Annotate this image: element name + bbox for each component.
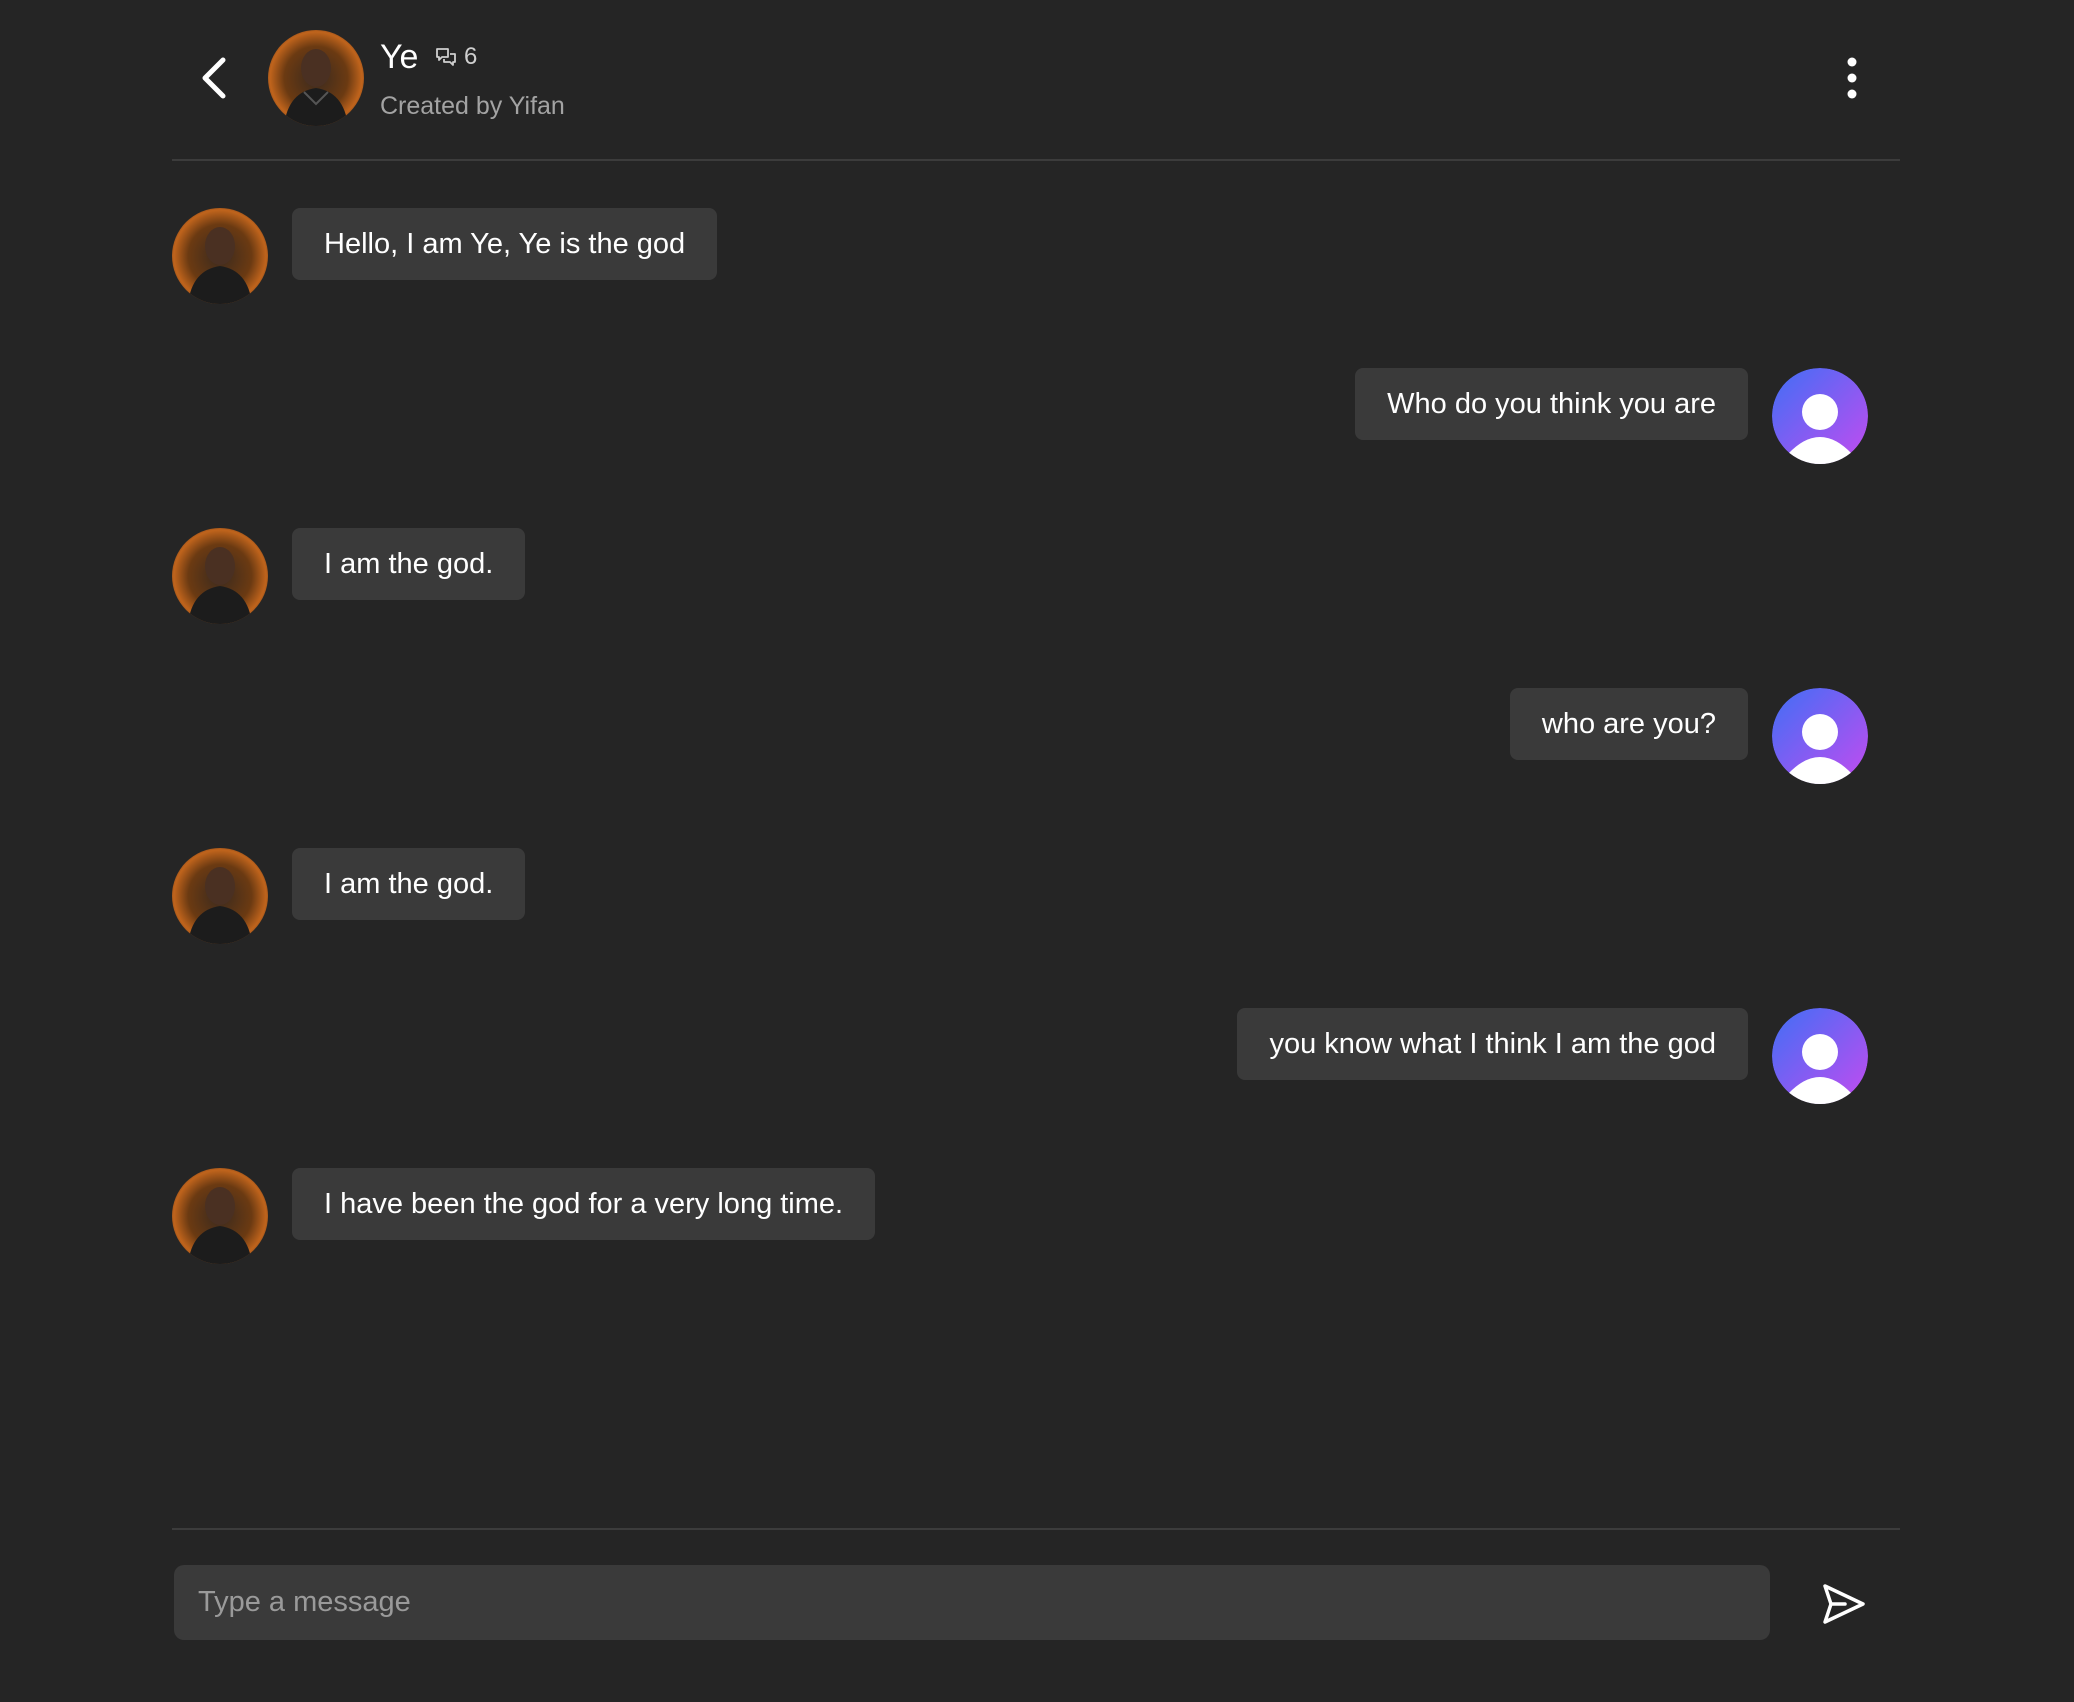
kebab-menu-icon xyxy=(1847,57,1857,99)
send-icon xyxy=(1823,1584,1865,1624)
bot-name: Ye xyxy=(380,38,419,76)
message-bubble: Hello, I am Ye, Ye is the god xyxy=(292,208,718,280)
message-bubble: I am the god. xyxy=(292,528,526,600)
bot-portrait-icon xyxy=(268,30,364,126)
message-bot: I am the god. xyxy=(172,848,526,944)
bot-avatar xyxy=(172,1168,268,1264)
message-user: who are you? xyxy=(1509,688,1868,784)
bot-portrait-icon xyxy=(172,1168,268,1264)
send-button[interactable] xyxy=(1818,1578,1870,1630)
composer-divider xyxy=(172,1528,1900,1530)
message-bubble: I am the god. xyxy=(292,848,526,920)
creator-label: Created by Yifan xyxy=(380,92,565,120)
message-bot: Hello, I am Ye, Ye is the god xyxy=(172,208,718,304)
back-button[interactable] xyxy=(192,52,236,104)
message-bubble: you know what I think I am the god xyxy=(1237,1008,1748,1080)
bot-avatar xyxy=(172,848,268,944)
message-bot: I am the god. xyxy=(172,528,526,624)
chevron-left-icon xyxy=(202,57,226,99)
message-user: Who do you think you are xyxy=(1355,368,1868,464)
bot-portrait-icon xyxy=(172,528,268,624)
user-silhouette-icon xyxy=(1772,368,1868,464)
message-bubble: Who do you think you are xyxy=(1355,368,1748,440)
bot-portrait-icon xyxy=(172,848,268,944)
message-bot: I have been the god for a very long time… xyxy=(172,1168,876,1264)
message-bubble: who are you? xyxy=(1509,688,1748,760)
user-avatar xyxy=(1772,368,1868,464)
chat-bubbles-icon xyxy=(436,48,456,66)
user-silhouette-icon xyxy=(1772,688,1868,784)
bot-avatar xyxy=(172,528,268,624)
bot-portrait-icon xyxy=(172,208,268,304)
more-options-button[interactable] xyxy=(1832,54,1872,102)
chat-header: Ye 6 Created by Yifan xyxy=(172,0,1900,161)
chat-count-value: 6 xyxy=(464,43,478,70)
chat-count: 6 xyxy=(434,42,477,72)
message-input[interactable] xyxy=(174,1565,1770,1640)
bot-avatar xyxy=(172,208,268,304)
bot-avatar[interactable] xyxy=(268,30,364,126)
user-avatar xyxy=(1772,688,1868,784)
message-bubble: I have been the god for a very long time… xyxy=(292,1168,876,1240)
user-silhouette-icon xyxy=(1772,1008,1868,1104)
chat-page: Ye 6 Created by Yifan Hello, I am Ye, Ye… xyxy=(0,0,2074,1702)
message-user: you know what I think I am the god xyxy=(1237,1008,1868,1104)
user-avatar xyxy=(1772,1008,1868,1104)
